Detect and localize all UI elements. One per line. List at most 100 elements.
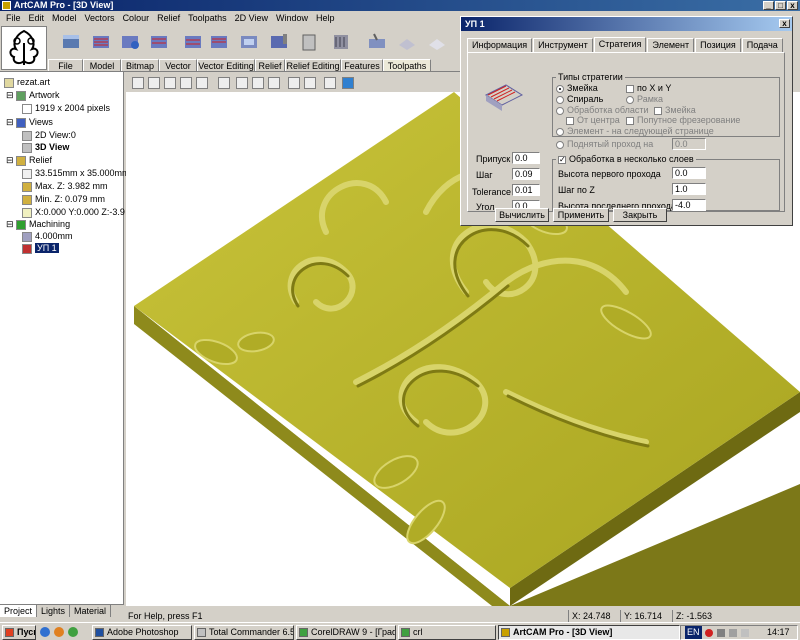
z-step-field[interactable]: 1.0 <box>672 183 706 195</box>
view-light-icon[interactable] <box>268 77 280 89</box>
tray-icon-red[interactable] <box>705 629 713 637</box>
ie-quicklaunch-icon[interactable] <box>40 627 50 637</box>
tab-info[interactable]: Информация <box>467 38 533 52</box>
language-indicator[interactable]: EN <box>685 626 702 639</box>
toolpath-area-icon[interactable] <box>90 31 112 53</box>
raised-pass-field[interactable]: 0.0 <box>672 138 706 150</box>
tree-coords[interactable]: X:0.000 Y:0.000 Z:-3.9 <box>22 206 125 218</box>
menu-toolpaths[interactable]: Toolpaths <box>184 11 231 25</box>
toolpath-simulate-icon[interactable] <box>268 31 290 53</box>
view-iso-icon[interactable] <box>180 77 192 89</box>
close-button[interactable]: x <box>787 1 798 10</box>
tree-artwork[interactable]: ⊟ Artwork <box>6 89 60 101</box>
maximize-button[interactable]: □ <box>775 1 786 10</box>
checkbox-from-center[interactable]: От центра <box>566 115 620 125</box>
tree-artwork-size[interactable]: 1919 x 2004 pixels <box>22 102 110 114</box>
view-pen-icon[interactable] <box>342 77 354 89</box>
tab-relief[interactable]: Relief <box>255 59 285 71</box>
tree-machining[interactable]: ⊟ Machining <box>6 218 70 230</box>
tab-lights[interactable]: Lights <box>37 605 71 617</box>
toolpath-profile-icon[interactable] <box>148 31 170 53</box>
tab-features[interactable]: Features <box>341 59 383 71</box>
simulate-block-icon[interactable] <box>366 31 388 53</box>
tab-feed[interactable]: Подача <box>741 38 783 52</box>
toolpath-z-icon[interactable] <box>182 31 204 53</box>
tree-min-z[interactable]: Min. Z: 0.079 mm <box>22 193 105 205</box>
toolpath-machine-icon[interactable] <box>238 31 260 53</box>
view-front-icon[interactable] <box>148 77 160 89</box>
tab-strategy[interactable]: Стратегия <box>593 37 647 52</box>
view-render-icon[interactable] <box>236 77 248 89</box>
menu-help[interactable]: Help <box>312 11 339 25</box>
tree-tool[interactable]: 4.000mm <box>22 230 73 242</box>
checkbox-x-and-y[interactable]: по X и Y <box>626 83 671 93</box>
tree-max-z[interactable]: Max. Z: 3.982 mm <box>22 180 108 192</box>
step-field[interactable]: 0.09 <box>512 168 540 180</box>
tray-icon-network[interactable] <box>717 629 725 637</box>
radio-raised-pass[interactable]: Поднятый проход на <box>556 139 653 149</box>
tree-toolpath[interactable]: УП 1 <box>22 242 59 254</box>
taskbar-photoshop[interactable]: Adobe Photoshop <box>92 625 192 640</box>
menu-edit[interactable]: Edit <box>25 11 49 25</box>
tolerance-field[interactable]: 0.01 <box>512 184 540 196</box>
dialog-close-button[interactable]: x <box>779 19 790 28</box>
box-icon[interactable] <box>60 31 82 53</box>
tab-bitmap[interactable]: Bitmap <box>121 59 159 71</box>
last-pass-field[interactable]: -4.0 <box>672 199 706 211</box>
dialog-close-action-button[interactable]: Закрыть <box>613 208 667 222</box>
tree-2d-view[interactable]: 2D View:0 <box>22 129 76 141</box>
toolpath-info-icon[interactable] <box>119 31 141 53</box>
checkbox-half-milling[interactable]: Попутное фрезерование <box>626 115 740 125</box>
reset-simulation-icon[interactable] <box>426 31 448 53</box>
tray-icon-volume[interactable] <box>741 629 749 637</box>
tab-material[interactable]: Material <box>70 605 112 617</box>
tab-file[interactable]: File <box>48 59 83 71</box>
view-play-icon[interactable] <box>324 77 336 89</box>
first-pass-field[interactable]: 0.0 <box>672 167 706 179</box>
minimize-button[interactable]: _ <box>763 1 774 10</box>
menu-model[interactable]: Model <box>48 11 81 25</box>
view-wire-icon[interactable] <box>288 77 300 89</box>
radio-frame[interactable]: Рамка <box>626 94 663 104</box>
tree-relief[interactable]: ⊟ Relief <box>6 154 52 166</box>
taskbar-total-commander[interactable]: Total Commander 6.54a ... <box>194 625 294 640</box>
view-diamond-icon[interactable] <box>304 77 316 89</box>
view-zoom-icon[interactable] <box>218 77 230 89</box>
tree-3d-view[interactable]: 3D View <box>22 141 69 153</box>
view-fit-icon[interactable] <box>196 77 208 89</box>
tab-project[interactable]: Project <box>0 605 38 617</box>
view-left-icon[interactable] <box>132 77 144 89</box>
tree-views[interactable]: ⊟ Views <box>6 116 53 128</box>
toolpath-save-icon[interactable] <box>298 31 320 53</box>
allowance-field[interactable]: 0.0 <box>512 152 540 164</box>
menu-relief[interactable]: Relief <box>153 11 184 25</box>
menu-file[interactable]: File <box>2 11 25 25</box>
firefox-quicklaunch-icon[interactable] <box>54 627 64 637</box>
simulate-relief-icon[interactable] <box>396 31 418 53</box>
tab-vector-editing[interactable]: Vector Editing <box>197 59 255 71</box>
taskbar-artcam[interactable]: ArtCAM Pro - [3D View] <box>498 625 680 640</box>
checkbox-zigzag-right[interactable]: Змейка <box>654 105 696 115</box>
start-button[interactable]: Пуск <box>2 625 36 640</box>
view-top-icon[interactable] <box>164 77 176 89</box>
menu-colour[interactable]: Colour <box>119 11 154 25</box>
taskbar-coreldraw[interactable]: CorelDRAW 9 - [График... <box>296 625 396 640</box>
tab-toolpaths[interactable]: Toolpaths <box>383 59 431 71</box>
machine-tool-icon[interactable] <box>330 31 352 53</box>
taskbar-crl[interactable]: crl <box>398 625 496 640</box>
chrome-quicklaunch-icon[interactable] <box>68 627 78 637</box>
radio-zigzag[interactable]: Змейка <box>556 83 598 93</box>
radio-area[interactable]: Обработка области <box>556 105 649 115</box>
menu-vectors[interactable]: Vectors <box>81 11 119 25</box>
tree-relief-size[interactable]: 33.515mm x 35.000mm <box>22 167 130 179</box>
tab-position[interactable]: Позиция <box>695 38 741 52</box>
checkbox-multi-pass[interactable]: ✓ Обработка в несколько слоев <box>556 154 696 164</box>
toolpath-3d-icon[interactable] <box>208 31 230 53</box>
menu-window[interactable]: Window <box>272 11 312 25</box>
tab-relief-editing[interactable]: Relief Editing <box>285 59 341 71</box>
tab-tool[interactable]: Инструмент <box>533 38 593 52</box>
radio-next-element[interactable]: Элемент - на следующей странице <box>556 126 714 136</box>
tray-icon-printer[interactable] <box>729 629 737 637</box>
tree-root[interactable]: rezat.art <box>4 76 50 88</box>
dialog-title-bar[interactable]: УП 1 x <box>461 17 792 31</box>
